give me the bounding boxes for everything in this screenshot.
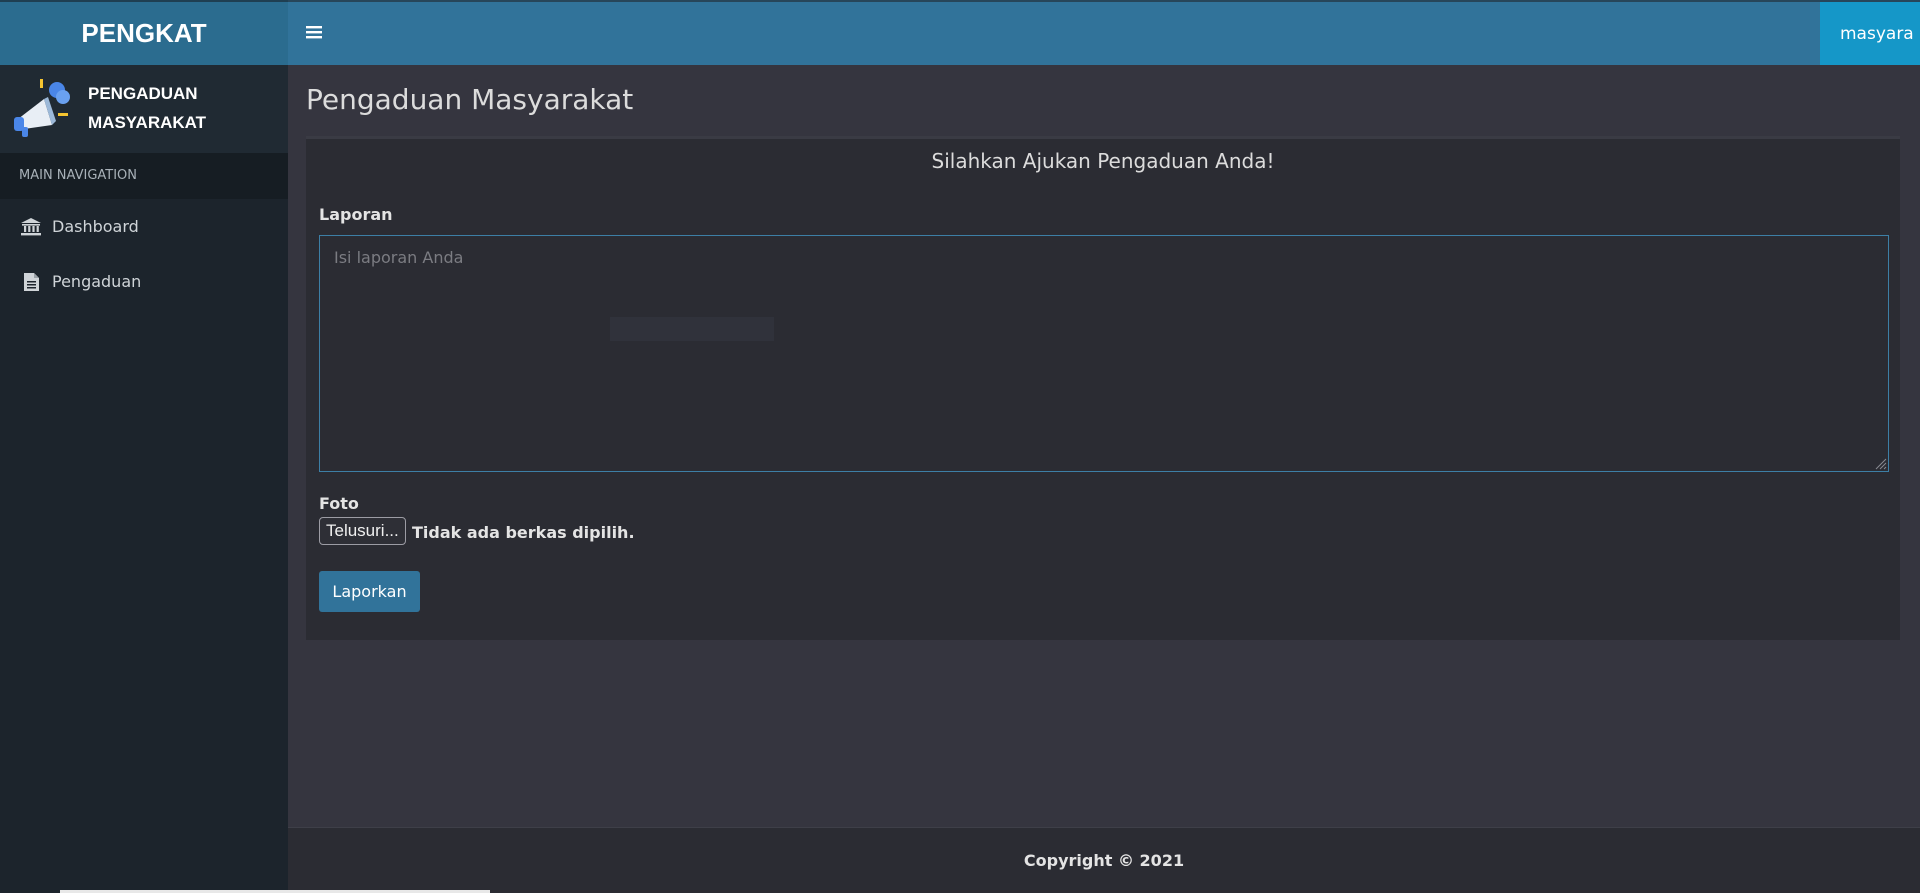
laporan-label: Laporan bbox=[319, 205, 393, 224]
sidebar-item-label: Pengaduan bbox=[52, 272, 142, 291]
footer: Copyright © 2021 bbox=[288, 827, 1920, 893]
resize-handle-icon[interactable] bbox=[1873, 456, 1887, 470]
nav-header: MAIN NAVIGATION bbox=[0, 153, 288, 199]
page-title: Pengaduan Masyarakat bbox=[306, 83, 634, 116]
app-logo[interactable]: PENGKAT bbox=[0, 0, 288, 65]
laporan-placeholder: Isi laporan Anda bbox=[334, 248, 464, 267]
file-browse-button[interactable]: Telusuri... bbox=[319, 517, 406, 545]
laporkan-button[interactable]: Laporkan bbox=[319, 571, 420, 612]
foto-label: Foto bbox=[319, 494, 359, 513]
ghost-overlay bbox=[610, 317, 774, 341]
sidebar: PENGADUAN MASYARAKAT MAIN NAVIGATION Das… bbox=[0, 65, 288, 893]
sidebar-item-pengaduan[interactable]: Pengaduan bbox=[0, 254, 288, 309]
brand-line2: MASYARAKAT bbox=[88, 113, 207, 132]
form-title: Silahkan Ajukan Pengaduan Anda! bbox=[931, 149, 1275, 173]
top-navbar: masyara bbox=[288, 0, 1920, 65]
brand-line1: PENGADUAN bbox=[88, 84, 198, 103]
brand-title: PENGADUAN MASYARAKAT bbox=[88, 79, 206, 137]
laporan-textarea[interactable]: Isi laporan Anda bbox=[319, 235, 1889, 472]
copyright-text: Copyright © 2021 bbox=[1023, 851, 1185, 870]
file-text-icon bbox=[20, 271, 42, 293]
sidebar-item-label: Dashboard bbox=[52, 217, 139, 236]
bank-icon bbox=[20, 216, 42, 238]
complaint-form: Silahkan Ajukan Pengaduan Anda! Laporan … bbox=[306, 136, 1900, 640]
user-menu[interactable]: masyara bbox=[1820, 2, 1920, 65]
bars-icon[interactable] bbox=[306, 22, 326, 42]
file-status: Tidak ada berkas dipilih. bbox=[412, 523, 635, 542]
sidebar-brand: PENGADUAN MASYARAKAT bbox=[0, 65, 288, 153]
sidebar-item-dashboard[interactable]: Dashboard bbox=[0, 199, 288, 254]
megaphone-icon bbox=[10, 75, 72, 141]
